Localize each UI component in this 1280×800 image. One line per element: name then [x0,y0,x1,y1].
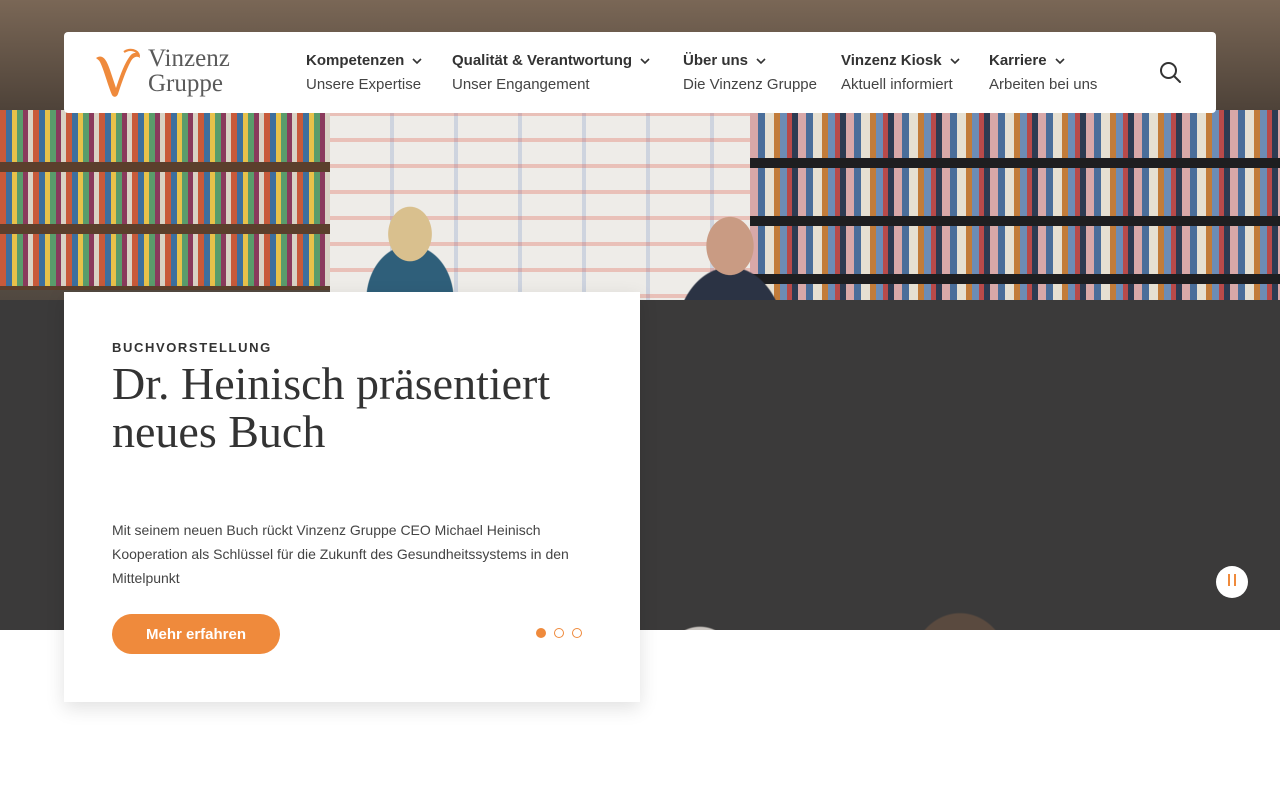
nav-item-vinzenz-kiosk[interactable]: Vinzenz Kiosk Aktuell informiert [841,51,961,95]
carousel-pagination [536,628,582,638]
chevron-down-icon [950,58,960,65]
teaser-category: BUCHVORSTELLUNG [112,340,272,355]
hero-teaser-card: BUCHVORSTELLUNG Dr. Heinisch präsentiert… [64,292,640,702]
nav-item-title: Qualität & Verantwortung [452,52,633,69]
nav-item-title: Vinzenz Kiosk [841,52,942,69]
nav-item-ueber-uns[interactable]: Über uns Die Vinzenz Gruppe [683,51,817,95]
carousel-dot-3[interactable] [572,628,582,638]
chevron-down-icon [1054,58,1065,65]
nav-item-title: Über uns [683,52,749,69]
carousel-dot-1[interactable] [536,628,546,638]
mehr-erfahren-button[interactable]: Mehr erfahren [112,614,280,654]
nav-item-title: Karriere [989,52,1047,69]
nav-item-subtitle: Die Vinzenz Gruppe [683,76,817,93]
nav-item-title: Kompetenzen [306,52,405,69]
carousel-pause-button[interactable] [1216,566,1248,598]
pause-icon [1226,573,1238,591]
carousel-dot-2[interactable] [554,628,564,638]
nav-item-qualitaet[interactable]: Qualität & Verantwortung Unser Engangeme… [452,51,651,95]
chevron-down-icon [412,58,422,65]
search-icon [1160,62,1181,83]
chevron-down-icon [756,58,766,65]
logo-text-line1: Vinzenz [148,45,230,72]
teaser-description: Mit seinem neuen Buch rückt Vinzenz Grup… [112,522,569,586]
search-button[interactable] [1158,60,1182,84]
nav-item-subtitle: Unsere Expertise [306,76,422,93]
nav-item-kompetenzen[interactable]: Kompetenzen Unsere Expertise [306,51,423,95]
nav-item-karriere[interactable]: Karriere Arbeiten bei uns [989,51,1097,95]
logo-text-line2: Gruppe [148,70,223,97]
site-header: Vinzenz Gruppe Kompetenzen Unsere Expert… [64,32,1216,113]
logo-wordmark: Vinzenz Gruppe [148,46,230,96]
chevron-down-icon [640,58,650,65]
nav-item-subtitle: Arbeiten bei uns [989,76,1098,93]
nav-item-subtitle: Unser Engangement [452,76,590,93]
teaser-headline: Dr. Heinisch präsentiert neues Buch [112,358,551,457]
logo-link[interactable]: Vinzenz Gruppe [94,46,254,102]
logo-icon [96,48,141,97]
bookshelf-left [0,110,335,290]
nav-item-subtitle: Aktuell informiert [841,76,953,93]
